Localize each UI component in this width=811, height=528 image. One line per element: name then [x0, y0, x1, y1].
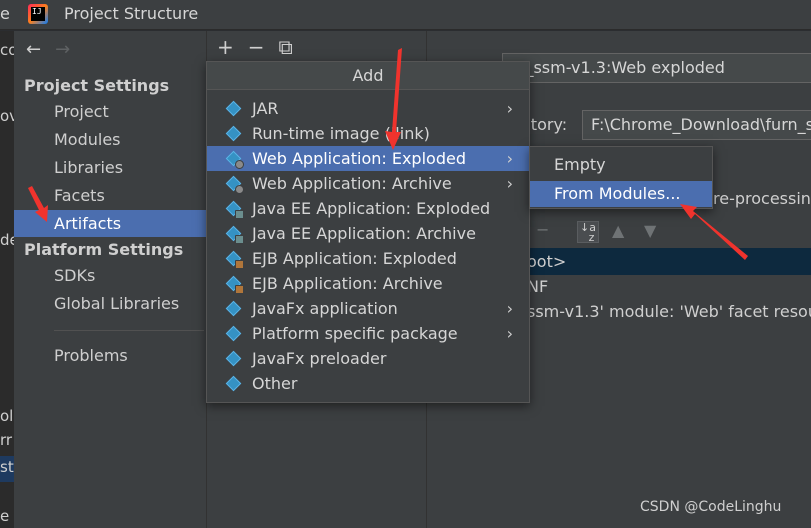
- sidebar-item-libraries[interactable]: Libraries: [14, 154, 206, 181]
- menu-item[interactable]: JavaFx application ›: [207, 296, 529, 321]
- add-menu-title: Add: [207, 62, 529, 90]
- menu-item[interactable]: Run-time image (jlink): [207, 121, 529, 146]
- window-title: Project Structure: [64, 4, 199, 23]
- chevron-right-icon: ›: [506, 299, 513, 318]
- sidebar-item-problems[interactable]: Problems: [14, 342, 206, 369]
- menu-item-label: JAR: [252, 99, 279, 118]
- menu-item[interactable]: Java EE Application: Archive: [207, 221, 529, 246]
- menu-item-label: Web Application: Archive: [252, 174, 452, 193]
- sidebar-item-facets[interactable]: Facets: [14, 182, 206, 209]
- move-up-icon[interactable]: ▲: [612, 221, 624, 240]
- forward-arrow-icon[interactable]: →: [55, 39, 70, 60]
- artifact-type-icon: [225, 300, 242, 317]
- artifact-type-icon: [225, 350, 242, 367]
- menu-item[interactable]: Java EE Application: Exploded: [207, 196, 529, 221]
- background-fragment: ol: [0, 407, 14, 425]
- tree-item-facet-resources[interactable]: ssm-v1.3' module: 'Web' facet resourc: [527, 302, 811, 321]
- nav-arrows: ← →: [26, 39, 70, 60]
- chevron-right-icon: ›: [506, 149, 513, 168]
- artifact-type-icon: [225, 100, 242, 117]
- menu-item-label: Run-time image (jlink): [252, 124, 430, 143]
- background-fragment: e: [0, 507, 10, 525]
- copy-icon[interactable]: ⧉: [279, 35, 293, 59]
- title-edge-fragment: e: [0, 4, 10, 23]
- artifact-type-icon: [225, 150, 244, 169]
- menu-item-label: Java EE Application: Exploded: [252, 199, 491, 218]
- menu-item-label: EJB Application: Exploded: [252, 249, 457, 268]
- artifact-type-icon: [225, 375, 242, 392]
- add-icon[interactable]: +: [217, 35, 234, 59]
- menu-item-label: Java EE Application: Archive: [252, 224, 476, 243]
- menu-item-label: Web Application: Exploded: [252, 149, 466, 168]
- menu-item[interactable]: Platform specific package ›: [207, 321, 529, 346]
- project-settings-header: Project Settings: [24, 76, 170, 95]
- menu-item[interactable]: JAR ›: [207, 96, 529, 121]
- artifact-type-icon: [225, 225, 244, 244]
- artifact-type-icon: [225, 125, 242, 142]
- preprocessing-tab[interactable]: re-processing: [713, 189, 811, 208]
- title-bar: e IJ Project Structure: [0, 0, 811, 30]
- move-down-icon[interactable]: ▼: [644, 221, 656, 240]
- sidebar-item-modules[interactable]: Modules: [14, 126, 206, 153]
- submenu-item-from-modules[interactable]: From Modules...: [530, 181, 712, 207]
- add-artifact-menu: Add JAR › Run-time image (jlink) Web Applic…: [206, 61, 530, 403]
- tree-item-web-inf[interactable]: NF: [527, 277, 548, 296]
- menu-item[interactable]: Web Application: Archive ›: [207, 171, 529, 196]
- tree-item-root[interactable]: oot>: [527, 252, 566, 271]
- output-layout-toolbar: − ↓a z ▲ ▼: [522, 219, 811, 247]
- background-fragment: st: [0, 458, 14, 476]
- sidebar-separator: [54, 330, 204, 331]
- artifact-type-icon: [225, 250, 244, 269]
- menu-item[interactable]: EJB Application: Archive: [207, 271, 529, 296]
- menu-item[interactable]: JavaFx preloader: [207, 346, 529, 371]
- csdn-watermark: CSDN @CodeLinghu: [640, 499, 782, 515]
- background-editor-strip: co ov de ol rr st e: [0, 31, 19, 528]
- artifact-type-icon: [225, 275, 244, 294]
- menu-item-label: Platform specific package: [252, 324, 458, 343]
- chevron-right-icon: ›: [506, 324, 513, 343]
- menu-item[interactable]: Web Application: Exploded ›: [207, 146, 529, 171]
- remove-icon[interactable]: −: [248, 35, 265, 59]
- web-exploded-submenu: Empty From Modules...: [529, 146, 713, 209]
- back-arrow-icon[interactable]: ←: [26, 39, 41, 60]
- sidebar-item-artifacts[interactable]: Artifacts: [14, 210, 206, 237]
- settings-sidebar: ← → Project Settings Project Modules Libr…: [14, 31, 206, 528]
- menu-item[interactable]: Other: [207, 371, 529, 396]
- artifact-type-icon: [225, 200, 244, 219]
- intellij-logo-icon: IJ: [28, 4, 48, 24]
- menu-item[interactable]: EJB Application: Exploded: [207, 246, 529, 271]
- menu-item-label: JavaFx application: [252, 299, 398, 318]
- menu-item-label: Other: [252, 374, 298, 393]
- artifacts-toolbar: + − ⧉: [217, 35, 307, 59]
- sidebar-item-global-libraries[interactable]: Global Libraries: [14, 290, 206, 317]
- menu-item-label: EJB Application: Archive: [252, 274, 443, 293]
- background-fragment: rr: [0, 431, 13, 449]
- output-directory-field[interactable]: F:\Chrome_Download\furn_s: [582, 110, 811, 140]
- artifact-type-icon: [225, 325, 242, 342]
- menu-item-label: JavaFx preloader: [252, 349, 387, 368]
- submenu-item-empty[interactable]: Empty: [530, 152, 712, 178]
- chevron-right-icon: ›: [506, 174, 513, 193]
- artifact-type-icon: [225, 175, 244, 194]
- sort-az-icon[interactable]: ↓a z: [577, 221, 599, 243]
- remove-element-icon[interactable]: −: [536, 220, 549, 239]
- artifact-name-field[interactable]: rn_ssm-v1.3:Web exploded: [502, 53, 811, 83]
- platform-settings-header: Platform Settings: [24, 240, 184, 259]
- sidebar-item-project[interactable]: Project: [14, 98, 206, 125]
- chevron-right-icon: ›: [506, 99, 513, 118]
- sidebar-item-sdks[interactable]: SDKs: [14, 262, 206, 289]
